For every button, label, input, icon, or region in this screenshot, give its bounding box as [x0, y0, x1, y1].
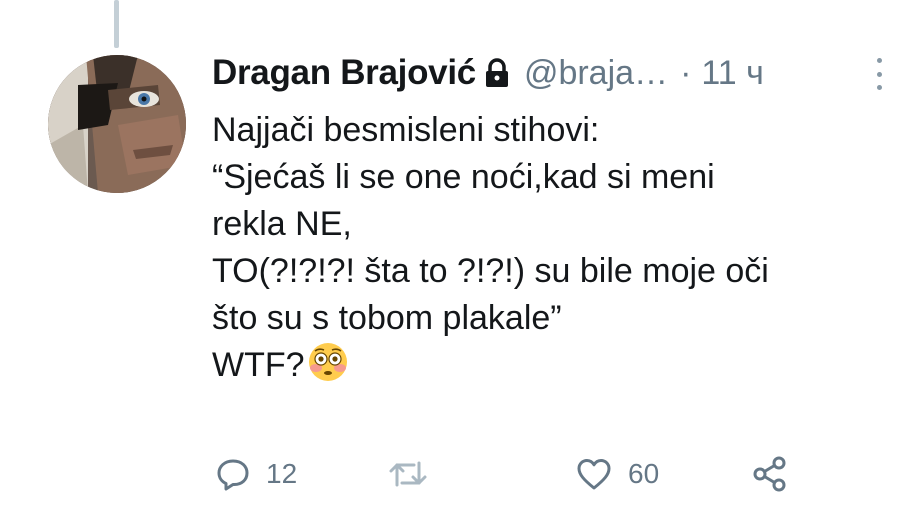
like-count: 60: [628, 458, 660, 489]
separator-dot: ·: [680, 53, 692, 92]
tweet-text-line: što su s tobom plakale”: [212, 299, 562, 337]
avatar-image: [48, 55, 186, 193]
retweet-button[interactable]: [388, 452, 428, 496]
tweet-text-line: Najjači besmisleni stihovi:: [212, 111, 600, 149]
like-button[interactable]: 60: [576, 452, 659, 496]
author-name[interactable]: Dragan Brajović: [212, 53, 476, 93]
avatar[interactable]: [48, 55, 186, 193]
reply-button[interactable]: 12: [216, 452, 297, 496]
reply-icon: [216, 457, 250, 491]
flushed-face-emoji: [307, 342, 349, 395]
tweet-timestamp[interactable]: 11 ч: [701, 54, 763, 93]
share-icon: [752, 456, 788, 492]
tweet-text-line: WTF?: [212, 346, 305, 384]
retweet-icon: [388, 457, 428, 491]
more-vertical-icon[interactable]: [872, 58, 886, 90]
share-button[interactable]: [752, 452, 788, 496]
lock-icon: [484, 58, 510, 88]
tweet-header: Dragan Brajović @braja… · 11 ч: [212, 50, 764, 96]
tweet-text: Najjači besmisleni stihovi: “Sjećaš li s…: [212, 107, 882, 395]
tweet-text-last-line: WTF?: [212, 342, 882, 395]
tweet-actions: 12 60: [0, 452, 900, 496]
heart-icon: [576, 457, 612, 491]
thread-connector-line: [114, 0, 119, 48]
reply-count: 12: [266, 458, 298, 489]
tweet-text-line: rekla NE,: [212, 205, 352, 243]
tweet[interactable]: Dragan Brajović @braja… · 11 ч Najjači b…: [0, 0, 900, 514]
tweet-text-line: “Sjećaš li se one noći,kad si meni: [212, 158, 715, 196]
author-handle[interactable]: @braja…: [524, 54, 668, 93]
tweet-text-line: TO(?!?!?! šta to ?!?!) su bile moje oči: [212, 252, 769, 290]
